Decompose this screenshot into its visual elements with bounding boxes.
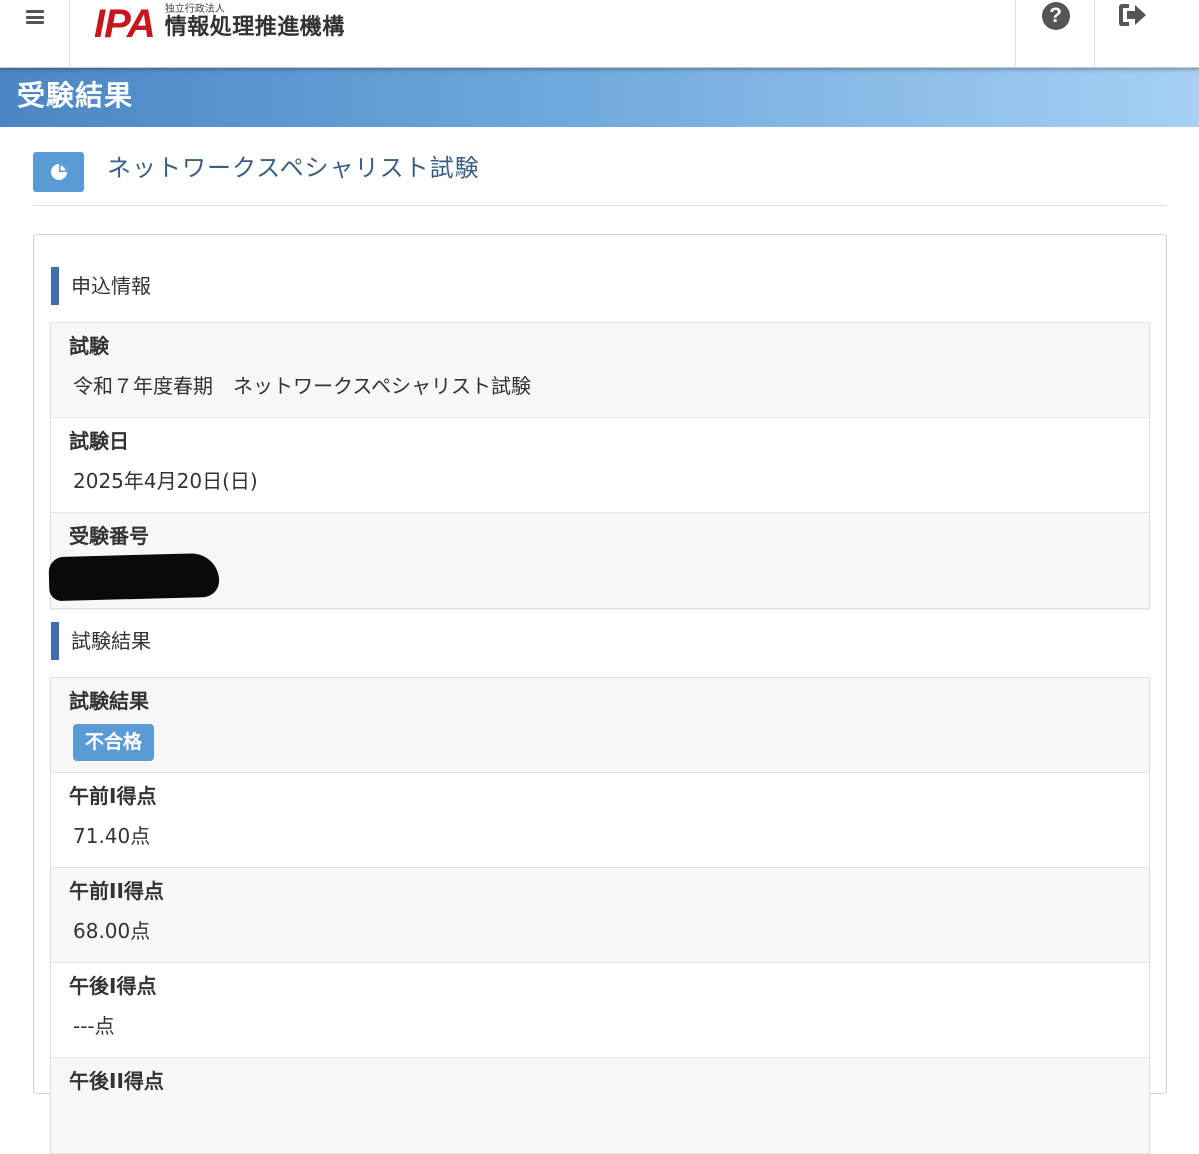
result-panel: 申込情報 試験 令和７年度春期 ネットワークスペシャリスト試験 試験日 2025… — [33, 234, 1167, 1154]
exam-date-value: 2025年4月20日(日) — [73, 469, 258, 493]
section-application-info: 申込情報 — [51, 267, 151, 305]
question-circle-icon: ? — [1041, 2, 1070, 30]
exam-date-label: 試験日 — [69, 429, 129, 453]
page-title-band: 受験結果 — [0, 68, 1199, 127]
list-item: 試験結果 不合格 — [51, 678, 1149, 773]
redacted-examinee-number — [48, 552, 220, 602]
list-item: 午前I得点 71.40点 — [51, 773, 1149, 868]
logout-button[interactable] — [1094, 0, 1199, 68]
list-item: 試験日 2025年4月20日(日) — [51, 418, 1149, 513]
examinee-number-label: 受験番号 — [69, 524, 149, 548]
section-exam-result: 試験結果 — [51, 622, 151, 660]
list-item: 午後II得点 — [51, 1058, 1149, 1153]
list-item: 午前II得点 68.00点 — [51, 868, 1149, 963]
list-item: 試験 令和７年度春期 ネットワークスペシャリスト試験 — [51, 323, 1149, 418]
am1-score-value: 71.40点 — [73, 824, 151, 848]
status-badge: 不合格 — [73, 724, 155, 761]
sign-out-icon — [1119, 4, 1146, 26]
help-button[interactable]: ? — [1015, 0, 1095, 68]
exam-header: ネットワークスペシャリスト試験 — [33, 150, 1166, 206]
pm1-score-label: 午後I得点 — [69, 974, 157, 998]
exam-title: ネットワークスペシャリスト試験 — [107, 154, 480, 182]
exam-value: 令和７年度春期 ネットワークスペシャリスト試験 — [73, 374, 531, 398]
am2-score-label: 午前II得点 — [69, 879, 164, 903]
exam-label: 試験 — [69, 334, 109, 358]
logo-mark: IPA — [94, 2, 156, 46]
top-header: IPA 独立行政法人 情報処理推進機構 ? — [0, 0, 1199, 68]
exam-icon-box — [33, 152, 84, 192]
logo-name: 情報処理推進機構 — [164, 15, 345, 40]
am2-score-value: 68.00点 — [73, 919, 151, 943]
list-item: 受験番号 — [48, 513, 1149, 608]
logo-text: 独立行政法人 情報処理推進機構 — [165, 4, 345, 40]
pie-chart-icon — [50, 164, 67, 180]
result-label: 試験結果 — [69, 689, 149, 713]
exam-result-list: 試験結果 不合格 午前I得点 71.40点 午前II得点 68.00点 午後I得… — [50, 677, 1150, 1154]
pm1-score-value: ---点 — [73, 1014, 115, 1038]
list-item: 午後I得点 ---点 — [51, 963, 1149, 1058]
ipa-logo[interactable]: IPA 独立行政法人 情報処理推進機構 — [94, 4, 345, 46]
application-info-list: 試験 令和７年度春期 ネットワークスペシャリスト試験 試験日 2025年4月20… — [48, 322, 1150, 609]
hamburger-menu-icon — [25, 10, 44, 24]
menu-button[interactable] — [0, 0, 70, 68]
am1-score-label: 午前I得点 — [69, 784, 157, 808]
page-title: 受験結果 — [17, 79, 134, 112]
